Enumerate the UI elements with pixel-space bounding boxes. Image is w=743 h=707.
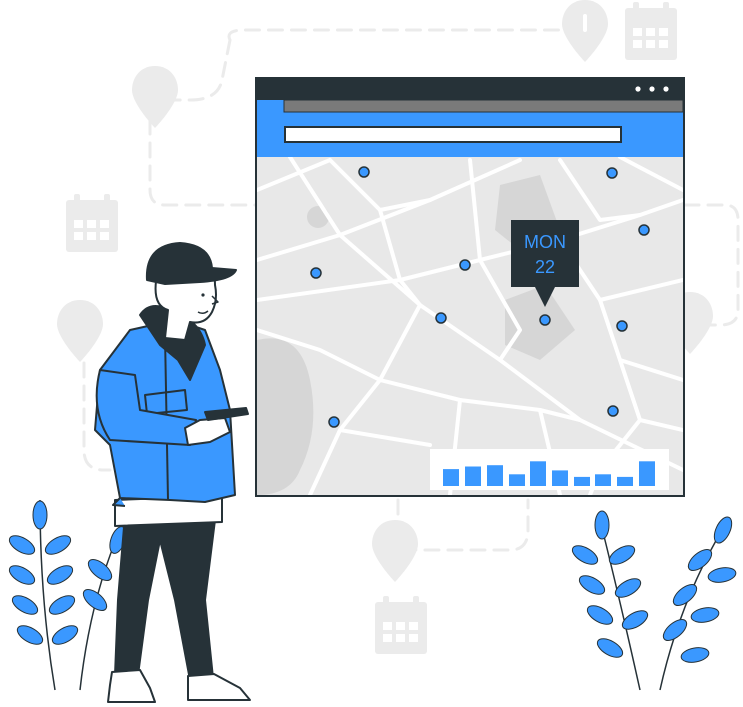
calendar-icon: [625, 2, 677, 60]
location-dot-icon[interactable]: [328, 416, 340, 428]
calendar-icon: [66, 194, 118, 252]
location-dot-icon[interactable]: [358, 166, 370, 178]
activity-bar: [465, 466, 481, 486]
activity-bar: [574, 476, 590, 486]
tooltip-date-label: 22: [535, 257, 555, 277]
activity-bar: [530, 461, 546, 486]
map-pin-icon: [562, 0, 608, 62]
person-character: [94, 242, 251, 703]
map-pin-icon: [132, 66, 178, 128]
location-dot-icon[interactable]: [607, 405, 619, 417]
location-dot-icon[interactable]: [459, 259, 471, 271]
activity-bar: [487, 465, 503, 486]
map-area[interactable]: [257, 157, 683, 495]
address-bar[interactable]: [284, 126, 622, 143]
activity-bar: [443, 469, 459, 486]
location-dot-icon[interactable]: [638, 224, 650, 236]
activity-bar: [617, 476, 633, 486]
tab-strip: [283, 99, 684, 113]
activity-chart-panel: [430, 449, 669, 490]
location-dot-icon[interactable]: [606, 167, 618, 179]
window-control-dot[interactable]: [663, 86, 669, 92]
left-shoe: [107, 669, 156, 703]
activity-bar: [552, 470, 568, 486]
calendar-icon: [375, 596, 427, 654]
activity-bar: [509, 474, 525, 486]
cap-icon: [145, 242, 237, 285]
browser-titlebar: [256, 78, 684, 100]
tooltip-day-label: MON: [524, 232, 566, 252]
plant-right: [571, 510, 737, 691]
plant-left: [8, 499, 127, 691]
location-dot-icon[interactable]: [539, 314, 551, 326]
location-dot-icon[interactable]: [435, 312, 447, 324]
browser-window: MON 22: [255, 77, 685, 497]
person-legs: [114, 514, 216, 681]
window-control-dot[interactable]: [635, 86, 641, 92]
location-dot-icon[interactable]: [616, 320, 628, 332]
map-pin-icon: [372, 520, 418, 582]
map-pin-icon: [57, 300, 103, 362]
activity-bar: [639, 461, 655, 486]
illustration-canvas: MON 22: [8, 0, 740, 703]
location-dot-icon[interactable]: [310, 267, 322, 279]
activity-bar: [595, 474, 611, 486]
window-control-dot[interactable]: [649, 86, 655, 92]
right-shoe: [187, 673, 251, 701]
